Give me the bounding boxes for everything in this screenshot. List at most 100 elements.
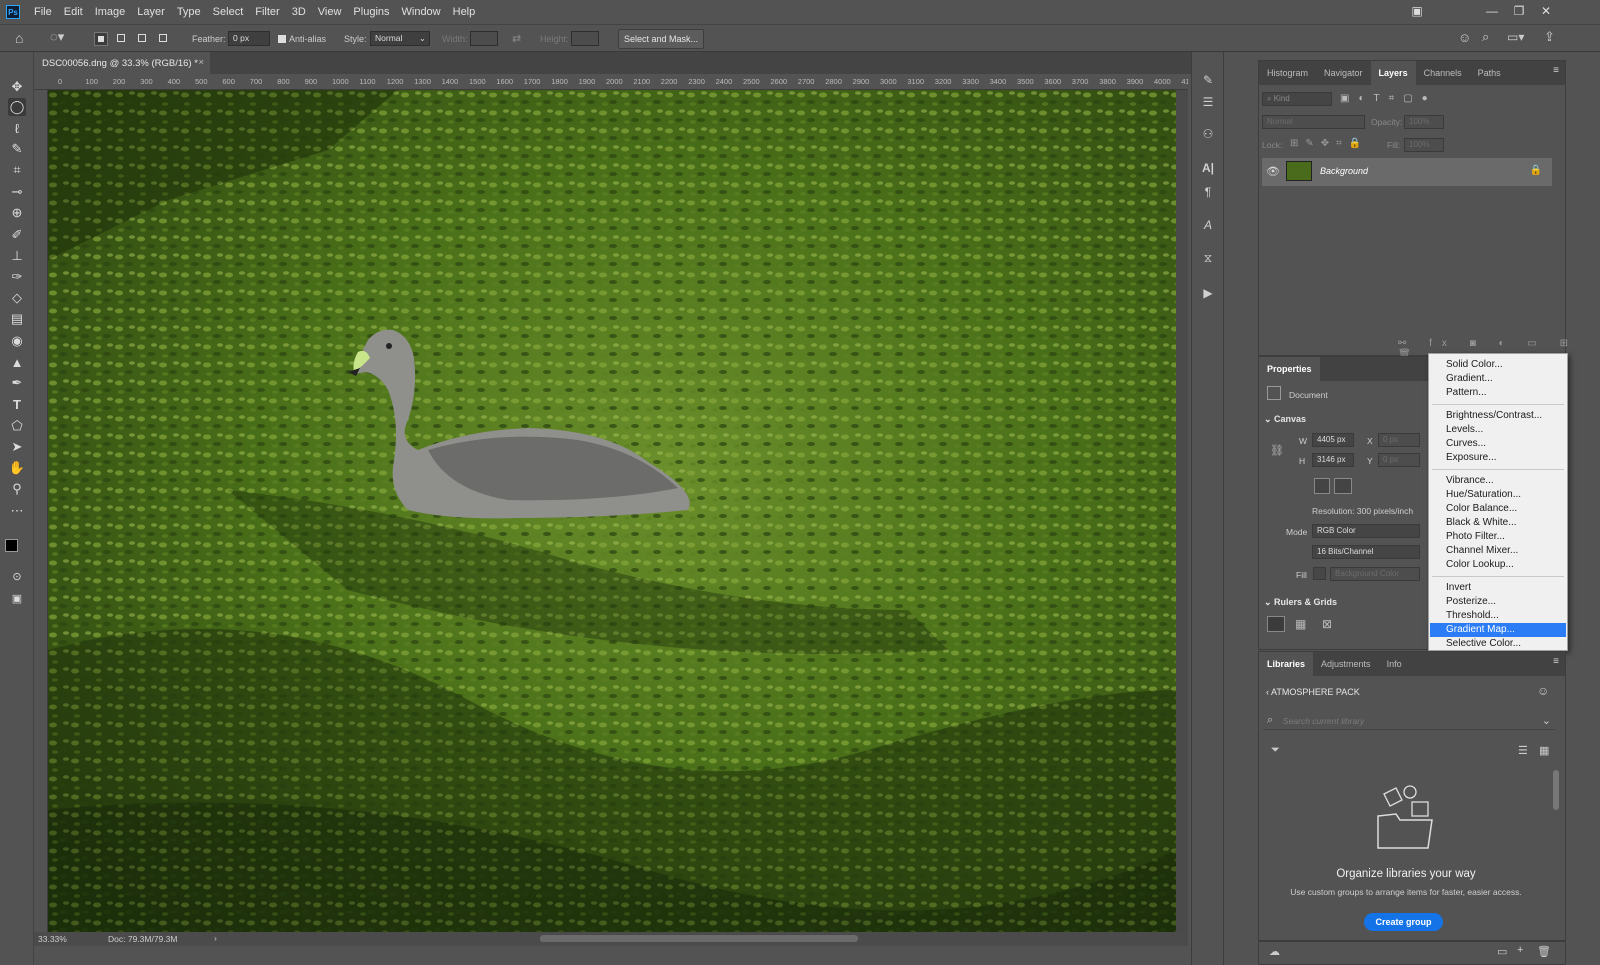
glyphs-icon[interactable]: A: [1200, 217, 1216, 233]
opacity-input[interactable]: 100%: [1404, 115, 1444, 129]
character-icon[interactable]: A|: [1200, 160, 1216, 176]
new-selection-icon[interactable]: [94, 32, 108, 46]
cloud-icon[interactable]: ☁: [1269, 945, 1280, 958]
ruler-toggle-icon[interactable]: [1267, 616, 1285, 632]
menu-item-selective-color[interactable]: Selective Color...: [1430, 637, 1566, 651]
menu-item-channel-mixer[interactable]: Channel Mixer...: [1430, 544, 1566, 558]
panel-menu-icon[interactable]: ≡: [1553, 656, 1559, 667]
edit-toolbar-icon[interactable]: ⋯: [8, 502, 26, 520]
blur-tool-icon[interactable]: ◉: [8, 332, 26, 350]
home-icon[interactable]: ⌂: [15, 30, 23, 46]
fill-input[interactable]: 100%: [1404, 138, 1444, 152]
add-icon[interactable]: +: [1517, 944, 1523, 956]
bit-depth-select[interactable]: 16 Bits/Channel: [1312, 545, 1420, 559]
actions-play-icon[interactable]: ▶: [1200, 285, 1216, 301]
tab-adjustments[interactable]: Adjustments: [1313, 652, 1379, 676]
adjustments-icon[interactable]: ☰: [1200, 94, 1216, 110]
quick-select-tool-icon[interactable]: ✎: [8, 140, 26, 158]
tab-channels[interactable]: Channels: [1416, 61, 1470, 85]
width-input[interactable]: [470, 31, 498, 46]
screen-mode-icon[interactable]: ▣: [8, 589, 26, 607]
properties-tab[interactable]: Properties: [1259, 357, 1320, 381]
marquee-preset-icon[interactable]: ◌▾: [50, 29, 64, 45]
zoom-tool-icon[interactable]: ⚲: [8, 480, 26, 498]
grid-view-icon[interactable]: ▦: [1539, 744, 1549, 757]
library-scrollbar[interactable]: [1553, 770, 1559, 810]
document-tab[interactable]: DSC00056.dng @ 33.3% (RGB/16) * ×: [34, 52, 210, 74]
type-tool-icon[interactable]: T: [8, 395, 26, 413]
tab-navigator[interactable]: Navigator: [1316, 61, 1371, 85]
tab-libraries[interactable]: Libraries: [1259, 652, 1314, 676]
feather-input[interactable]: 0 px: [228, 31, 270, 46]
menu-view[interactable]: View: [312, 0, 348, 24]
chevron-down-icon[interactable]: ⌄: [1542, 714, 1551, 727]
landscape-icon[interactable]: [1334, 478, 1352, 494]
menu-item-gradient[interactable]: Gradient...: [1430, 372, 1566, 386]
folder-icon[interactable]: ▭: [1497, 945, 1507, 958]
subtract-selection-icon[interactable]: [136, 32, 150, 46]
restore-icon[interactable]: ❐: [1506, 0, 1532, 22]
gradient-tool-icon[interactable]: ▤: [8, 310, 26, 328]
menu-filter[interactable]: Filter: [249, 0, 285, 24]
canvas-section-header[interactable]: ⌄ Canvas: [1264, 414, 1306, 425]
menu-layer[interactable]: Layer: [131, 0, 171, 24]
zoom-level[interactable]: 33.33%: [38, 934, 67, 944]
marquee-tool-icon[interactable]: ◯: [8, 98, 26, 116]
quick-mask-icon[interactable]: ⊙: [8, 567, 26, 585]
tab-histogram[interactable]: Histogram: [1259, 61, 1316, 85]
eraser-tool-icon[interactable]: ◇: [8, 289, 26, 307]
menu-item-black-white[interactable]: Black & White...: [1430, 516, 1566, 530]
swap-icon[interactable]: ⇄: [512, 31, 521, 47]
menu-item-color-balance[interactable]: Color Balance...: [1430, 502, 1566, 516]
blend-mode-select[interactable]: Normal: [1262, 115, 1365, 129]
menu-item-brightness-contrast[interactable]: Brightness/Contrast...: [1430, 409, 1566, 423]
antialias-checkbox[interactable]: Anti-alias: [278, 31, 326, 47]
close-icon[interactable]: ✕: [1533, 0, 1559, 22]
menu-item-exposure[interactable]: Exposure...: [1430, 451, 1566, 465]
move-tool-icon[interactable]: ✥: [8, 78, 26, 96]
layer-row[interactable]: 👁 Background 🔒: [1262, 158, 1552, 186]
mode-select[interactable]: RGB Color: [1312, 524, 1420, 538]
canvas-x-input[interactable]: 0 px: [1378, 433, 1420, 447]
cloud-sync-icon[interactable]: ▣: [1404, 0, 1430, 22]
library-search-field[interactable]: ⌕ Search current library ⌄: [1263, 712, 1555, 730]
menu-image[interactable]: Image: [89, 0, 132, 24]
search-icon[interactable]: ⌕: [1482, 29, 1489, 45]
menu-select[interactable]: Select: [207, 0, 250, 24]
dodge-tool-icon[interactable]: ▲: [8, 353, 26, 371]
chevron-right-icon[interactable]: ›: [214, 933, 217, 943]
menu-3d[interactable]: 3D: [286, 0, 312, 24]
pen-tool-icon[interactable]: ✒: [8, 374, 26, 392]
vertical-scrollbar[interactable]: [1176, 90, 1188, 932]
foreground-color-swatch[interactable]: [5, 539, 18, 552]
menu-item-threshold[interactable]: Threshold...: [1430, 609, 1566, 623]
tab-layers[interactable]: Layers: [1370, 61, 1416, 85]
account-icon[interactable]: ☺: [1458, 30, 1471, 46]
history-brush-tool-icon[interactable]: ✑: [8, 268, 26, 286]
select-and-mask-button[interactable]: Select and Mask...: [618, 29, 704, 49]
minimize-icon[interactable]: —: [1479, 0, 1505, 22]
paragraph-icon[interactable]: ¶: [1200, 184, 1216, 200]
eyedropper-tool-icon[interactable]: ⊸: [8, 183, 26, 201]
fill-color-swatch[interactable]: [1313, 567, 1326, 580]
tab-paths[interactable]: Paths: [1470, 61, 1509, 85]
lasso-tool-icon[interactable]: ℓ: [8, 119, 26, 137]
layer-name[interactable]: Background: [1320, 166, 1368, 176]
menu-item-gradient-map[interactable]: Gradient Map...: [1430, 623, 1566, 637]
sort-icon[interactable]: ☰: [1518, 744, 1528, 757]
clone-stamp-tool-icon[interactable]: ⊥: [8, 247, 26, 265]
menu-item-invert[interactable]: Invert: [1430, 581, 1566, 595]
link-icon[interactable]: ⛓: [1270, 444, 1284, 457]
fill-select[interactable]: Background Color: [1330, 567, 1420, 581]
menu-item-photo-filter[interactable]: Photo Filter...: [1430, 530, 1566, 544]
rulers-grids-header[interactable]: ⌄ Rulers & Grids: [1264, 597, 1337, 608]
tab-info[interactable]: Info: [1379, 652, 1410, 676]
menu-item-pattern[interactable]: Pattern...: [1430, 386, 1566, 400]
healing-brush-tool-icon[interactable]: ⊕: [8, 204, 26, 222]
guides-toggle-icon[interactable]: ⊠: [1322, 617, 1332, 631]
menu-edit[interactable]: Edit: [58, 0, 89, 24]
canvas-width-input[interactable]: 4405 px: [1312, 433, 1354, 447]
menu-type[interactable]: Type: [171, 0, 207, 24]
grid-toggle-icon[interactable]: ▦: [1295, 617, 1306, 631]
menu-item-solid-color[interactable]: Solid Color...: [1430, 358, 1566, 372]
